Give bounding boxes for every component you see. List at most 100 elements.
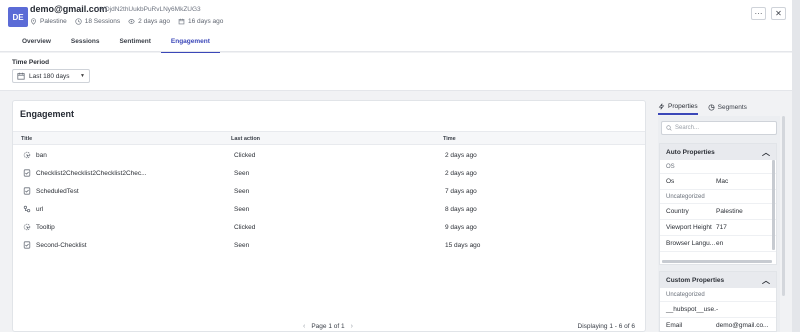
tab-engagement[interactable]: Engagement: [160, 35, 220, 54]
row-action: Seen: [234, 206, 250, 213]
row-action: Clicked: [234, 152, 256, 159]
column-time[interactable]: Time: [443, 136, 456, 142]
first-seen-meta: 16 days ago: [178, 18, 223, 25]
checklist-icon: [23, 169, 31, 177]
search-icon: [666, 125, 672, 131]
tab-overview[interactable]: Overview: [12, 35, 61, 54]
tab-segments[interactable]: Segments: [708, 104, 747, 114]
sessions-text: 18 Sessions: [84, 18, 121, 25]
chevron-up-icon[interactable]: ︿: [762, 147, 770, 158]
property-key: Country: [666, 208, 689, 215]
tab-sentiment[interactable]: Sentiment: [109, 35, 160, 54]
page-indicator: Page 1 of 1: [311, 323, 345, 330]
property-key: Os: [666, 178, 675, 185]
tab-sessions[interactable]: Sessions: [61, 35, 110, 54]
time-period-value: Last 180 days: [29, 72, 70, 80]
panel-scrollbar[interactable]: [782, 116, 785, 296]
right-panel-tabs: Properties Segments: [658, 103, 747, 115]
row-action: Clicked: [234, 224, 256, 231]
table-row[interactable]: ScheduledTest Seen 7 days ago: [13, 184, 645, 202]
avatar: DE: [8, 7, 28, 27]
more-options-button[interactable]: ···: [751, 7, 766, 20]
chevron-up-icon[interactable]: ︿: [762, 275, 770, 286]
pie-icon: [708, 104, 715, 111]
property-row: Email demo@gmail.co...: [660, 318, 776, 332]
table-row[interactable]: ban Clicked 2 days ago: [13, 148, 645, 166]
location-text: Palestine: [40, 18, 67, 25]
lightning-icon: [658, 103, 665, 110]
user-email: demo@gmail.com: [30, 4, 108, 14]
row-action: Seen: [234, 242, 250, 249]
pagination: ‹ Page 1 of 1 ›: [303, 323, 353, 330]
row-action: Seen: [234, 188, 250, 195]
tab-segments-label: Segments: [717, 104, 747, 111]
column-title[interactable]: Title: [21, 136, 32, 142]
tab-properties[interactable]: Properties: [658, 103, 698, 115]
column-last-action[interactable]: Last action: [231, 136, 260, 142]
property-value: -: [716, 306, 719, 313]
engagement-title: Engagement: [20, 109, 75, 119]
engagement-card: Engagement Title Last action Time ban Cl…: [12, 100, 646, 332]
row-title: Tooltip: [36, 224, 55, 231]
group-uncategorized: Uncategorized: [660, 190, 776, 204]
close-button[interactable]: ✕: [771, 7, 786, 20]
row-title: Checklist2Checklist2Checklist2Chec...: [36, 170, 147, 177]
row-time: 8 days ago: [445, 206, 477, 213]
search-placeholder: Search...: [675, 125, 700, 131]
property-value: Palestine: [716, 208, 743, 215]
cursor-icon: [23, 223, 31, 231]
property-value: en: [716, 240, 724, 247]
custom-properties-section: Custom Properties ︿ Uncategorized __hubs…: [659, 271, 777, 332]
auto-properties-header[interactable]: Auto Properties ︿: [660, 144, 776, 160]
vertical-scrollbar[interactable]: [772, 160, 775, 250]
table-row[interactable]: Second-Checklist Seen 15 days ago: [13, 238, 645, 256]
auto-properties-section: Auto Properties ︿ OS Os Mac Uncategorize…: [659, 143, 777, 265]
properties-panel: Search... Auto Properties ︿ OS Os Mac Un…: [658, 116, 780, 332]
displaying-count: Displaying 1 - 6 of 6: [577, 323, 635, 330]
user-id: hVDjdN2thUukbPuRvLNy6MkZUG3: [97, 6, 201, 13]
row-title: Second-Checklist: [36, 242, 87, 249]
eye-icon: [128, 19, 135, 24]
calendar-icon: [178, 18, 185, 25]
auto-properties-title: Auto Properties: [666, 148, 715, 156]
first-seen-text: 16 days ago: [187, 18, 224, 25]
row-action: Seen: [234, 170, 250, 177]
property-row: Browser Langu... en: [660, 236, 776, 252]
cursor-icon: [23, 151, 31, 159]
property-key: __hubspot__use...: [666, 306, 716, 313]
row-time: 2 days ago: [445, 170, 477, 177]
last-seen-text: 2 days ago: [138, 18, 170, 25]
next-page-icon[interactable]: ›: [351, 323, 353, 330]
property-key: Viewport Height: [666, 224, 712, 231]
table-row[interactable]: url Seen 8 days ago: [13, 202, 645, 220]
custom-properties-title: Custom Properties: [666, 276, 725, 284]
user-header: DE demo@gmail.com hVDjdN2thUukbPuRvLNy6M…: [0, 0, 800, 54]
tab-properties-label: Properties: [668, 103, 698, 110]
time-period-label: Time Period: [12, 59, 50, 66]
custom-properties-header[interactable]: Custom Properties ︿: [660, 272, 776, 288]
row-time: 2 days ago: [445, 152, 477, 159]
user-meta: Palestine 18 Sessions 2 days ago 16 days…: [30, 18, 223, 25]
checklist-icon: [23, 187, 31, 195]
group-os: OS: [660, 160, 776, 174]
prev-page-icon[interactable]: ‹: [303, 323, 305, 330]
property-value: Mac: [716, 178, 729, 185]
property-row: Viewport Height 717: [660, 220, 776, 236]
properties-search[interactable]: Search...: [661, 121, 777, 135]
property-key: Browser Langu...: [666, 240, 716, 247]
filter-bar: Time Period Last 180 days ▼: [0, 53, 800, 91]
url-icon: [23, 205, 31, 213]
chevron-down-icon: ▼: [80, 73, 85, 79]
horizontal-scrollbar[interactable]: [662, 260, 772, 263]
location-pin-icon: [31, 18, 36, 25]
table-header: Title Last action Time: [13, 131, 645, 145]
table-row[interactable]: Checklist2Checklist2Checklist2Chec... Se…: [13, 166, 645, 184]
calendar-icon: [17, 72, 25, 80]
row-title: ban: [36, 152, 47, 159]
time-period-select[interactable]: Last 180 days ▼: [12, 69, 90, 83]
property-value: 717: [716, 224, 727, 231]
property-key: Email: [666, 322, 683, 329]
property-row: __hubspot__use... -: [660, 302, 776, 318]
row-time: 7 days ago: [445, 188, 477, 195]
table-row[interactable]: Tooltip Clicked 9 days ago: [13, 220, 645, 238]
